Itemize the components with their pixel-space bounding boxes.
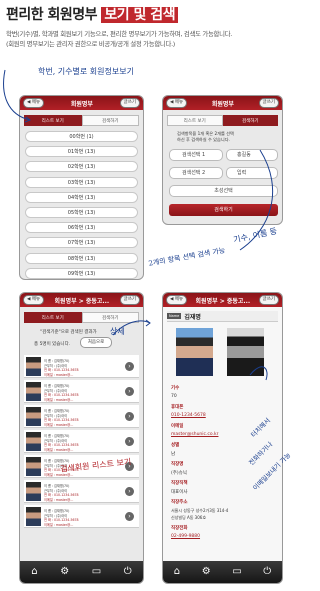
note-detail: 상세 — [110, 327, 125, 336]
note-year-view: 학번, 기수별로 회원정보보기 — [38, 67, 134, 76]
annotation-arrows — [3, 69, 274, 381]
